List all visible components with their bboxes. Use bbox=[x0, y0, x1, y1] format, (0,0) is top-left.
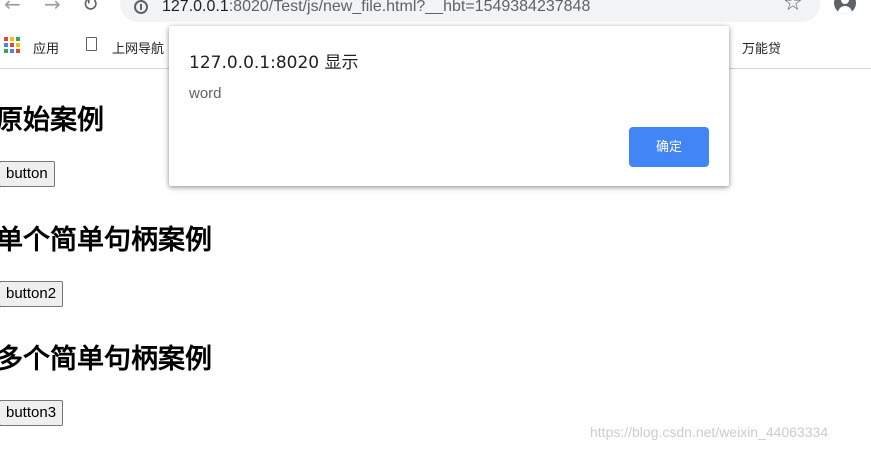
forward-arrow-icon[interactable]: → bbox=[44, 0, 61, 14]
reload-icon[interactable]: ↻ bbox=[82, 0, 99, 14]
button-3[interactable]: button3 bbox=[0, 400, 64, 426]
heading-single-handler-case: 单个简单句柄案例 bbox=[0, 225, 212, 256]
url-path: :8020/Test/js/new_file.html?__hbt=154938… bbox=[228, 0, 591, 15]
back-arrow-icon[interactable]: ← bbox=[4, 0, 21, 14]
button-2[interactable]: button2 bbox=[0, 281, 64, 307]
button-1[interactable]: button bbox=[0, 161, 55, 187]
bookmark-apps[interactable]: 应用 bbox=[33, 38, 59, 57]
browser-toolbar: ← → ↻ 127.0.0.1:8020/Test/js/new_file.ht… bbox=[0, 0, 871, 26]
watermark: https://blog.csdn.net/weixin_44063334 bbox=[590, 424, 829, 440]
bookmark-star-icon[interactable]: ☆ bbox=[783, 0, 803, 15]
address-url[interactable]: 127.0.0.1:8020/Test/js/new_file.html?__h… bbox=[162, 0, 590, 16]
alert-dialog: 127.0.0.1:8020 显示 word 确定 bbox=[169, 26, 729, 186]
dialog-message: word bbox=[189, 85, 222, 102]
bookmark-item-navigation[interactable]: 上网导航 bbox=[112, 38, 164, 57]
ok-button[interactable]: 确定 bbox=[629, 127, 709, 167]
heading-original-case: 原始案例 bbox=[0, 105, 104, 136]
info-icon[interactable] bbox=[134, 0, 148, 14]
dialog-title: 127.0.0.1:8020 显示 bbox=[189, 53, 359, 73]
page-icon bbox=[86, 37, 97, 51]
address-bar[interactable]: 127.0.0.1:8020/Test/js/new_file.html?__h… bbox=[120, 0, 820, 22]
profile-avatar-icon[interactable] bbox=[834, 0, 856, 14]
url-host: 127.0.0.1 bbox=[162, 0, 229, 15]
apps-grid-icon[interactable] bbox=[4, 37, 20, 53]
heading-multiple-handler-case: 多个简单句柄案例 bbox=[0, 344, 212, 375]
bookmark-item-loan[interactable]: 万能贷 bbox=[742, 38, 781, 57]
